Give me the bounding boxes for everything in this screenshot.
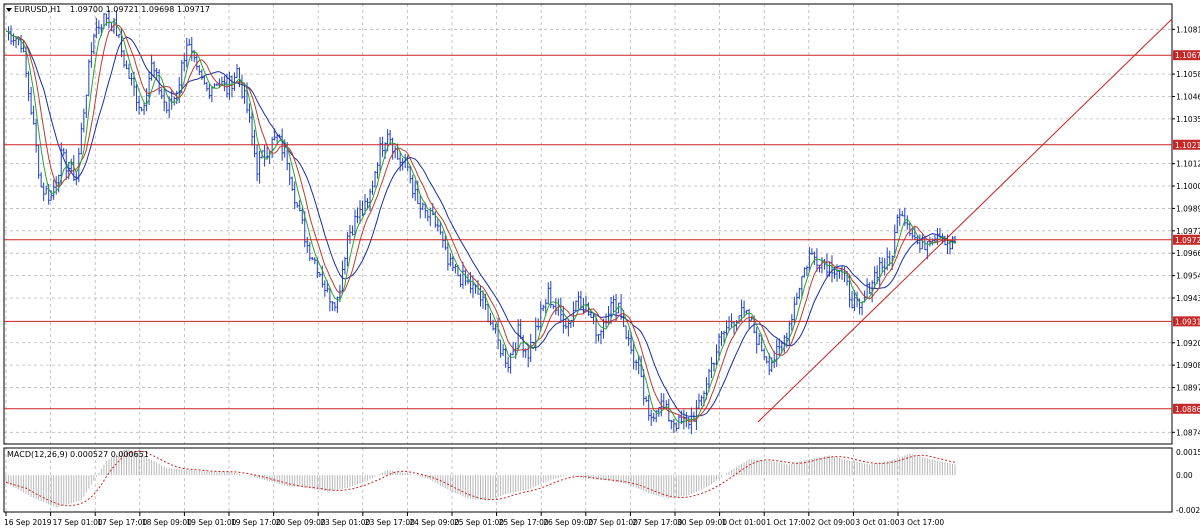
time-tick-label: 23 Sep 01:00 xyxy=(320,518,370,527)
price-tick-label: 1.09085 xyxy=(1176,361,1200,370)
price-tick-label: 1.09545 xyxy=(1176,272,1200,281)
time-tick-label: 3 Oct 01:00 xyxy=(855,518,899,527)
level-price-label: 1.09310 xyxy=(1175,317,1200,326)
price-tick-label: 1.09775 xyxy=(1176,227,1200,236)
time-tick-label: 26 Sep 09:00 xyxy=(543,518,593,527)
time-tick-label: 23 Sep 17:00 xyxy=(365,518,415,527)
level-price-label: 1.10217 xyxy=(1175,141,1200,150)
macd-title: MACD(12,26,9) xyxy=(7,450,68,459)
price-tick-label: 1.10120 xyxy=(1176,160,1200,169)
quote-values: 1.09700 1.09721 1.09698 1.09717 xyxy=(70,5,210,14)
time-tick-label: 24 Sep 09:00 xyxy=(409,518,459,527)
time-tick-label: 19 Sep 17:00 xyxy=(231,518,281,527)
time-tick-label: 30 Sep 09:00 xyxy=(677,518,727,527)
macd-tick-label: 0.00151 xyxy=(1176,448,1200,457)
time-tick-label: 17 Sep 01:00 xyxy=(53,518,103,527)
macd-tick-label: 0.00 xyxy=(1176,471,1193,480)
price-tick-label: 1.10005 xyxy=(1176,182,1200,191)
price-tick-label: 1.08970 xyxy=(1176,384,1200,393)
time-tick-label: 16 Sep 2019 xyxy=(4,518,52,527)
time-tick-label: 18 Sep 09:00 xyxy=(142,518,192,527)
price-tick-label: 1.08740 xyxy=(1176,428,1200,437)
time-tick-label: 1 Oct 17:00 xyxy=(766,518,810,527)
price-tick-label: 1.10350 xyxy=(1176,115,1200,124)
price-tick-label: 1.10810 xyxy=(1176,25,1200,34)
price-tick-label: 1.09890 xyxy=(1176,204,1200,213)
time-tick-label: 20 Sep 09:00 xyxy=(276,518,326,527)
price-tick-label: 1.10465 xyxy=(1176,92,1200,101)
time-tick-label: 19 Sep 01:00 xyxy=(186,518,236,527)
level-price-label: 1.10677 xyxy=(1175,51,1200,60)
macd-values: 0.000527 0.000651 xyxy=(70,450,149,459)
price-tick-label: 1.09430 xyxy=(1176,294,1200,303)
time-tick-label: 17 Sep 17:00 xyxy=(97,518,147,527)
level-price-label: 1.09729 xyxy=(1175,236,1200,245)
price-tick-label: 1.09660 xyxy=(1176,249,1200,258)
time-tick-label: 1 Oct 01:00 xyxy=(722,518,766,527)
time-tick-label: 3 Oct 17:00 xyxy=(900,518,944,527)
level-price-label: 1.08861 xyxy=(1175,405,1200,414)
time-tick-label: 25 Sep 01:00 xyxy=(454,518,504,527)
macd-tick-label: -0.00204 xyxy=(1176,506,1200,515)
price-tick-label: 1.09200 xyxy=(1176,339,1200,348)
time-tick-label: 25 Sep 17:00 xyxy=(499,518,549,527)
price-tick-label: 1.10580 xyxy=(1176,70,1200,79)
time-tick-label: 2 Oct 09:00 xyxy=(811,518,855,527)
time-tick-label: 27 Sep 17:00 xyxy=(632,518,682,527)
time-tick-label: 27 Sep 01:00 xyxy=(588,518,638,527)
chart-canvas: 1.10677 1.10217 1.09729 1.09310 1.08861 1.10… xyxy=(0,0,1200,531)
symbol-label: EURUSD,H1 xyxy=(14,5,61,14)
